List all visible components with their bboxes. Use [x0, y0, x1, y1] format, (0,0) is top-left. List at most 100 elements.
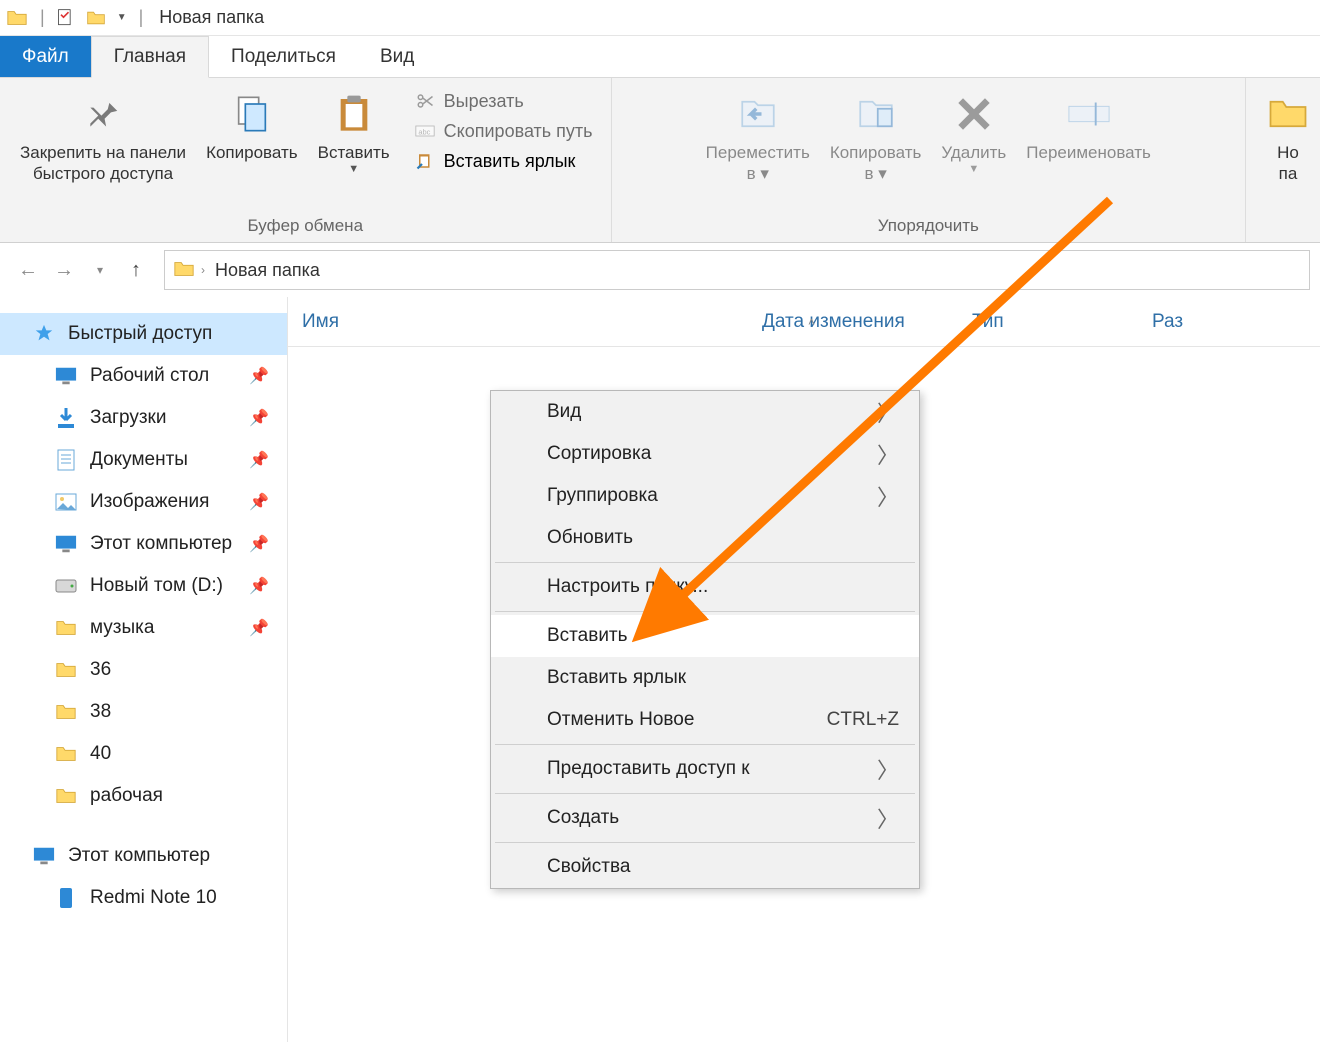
tab-share[interactable]: Поделиться — [209, 36, 358, 77]
chevron-right-icon: 〉 — [877, 438, 899, 470]
delete-button[interactable]: Удалить ▼ — [931, 86, 1016, 175]
sidebar-quick-access[interactable]: Быстрый доступ — [0, 313, 287, 355]
navigation-pane: Быстрый доступ Рабочий стол 📌 Загрузки 📌… — [0, 297, 288, 1042]
breadcrumb-current[interactable]: Новая папка — [215, 260, 320, 281]
column-name[interactable]: Имя ˄ — [288, 297, 748, 346]
chevron-right-icon: 〉 — [877, 480, 899, 512]
downloads-icon — [54, 406, 78, 430]
up-button[interactable]: ↑ — [118, 252, 154, 288]
sidebar-this-pc[interactable]: Этот компьютер — [0, 835, 287, 877]
move-to-icon — [736, 92, 780, 136]
recent-locations-button[interactable]: ▾ — [82, 252, 118, 288]
pin-icon: 📌 — [249, 366, 269, 386]
context-menu-separator — [495, 562, 915, 563]
ribbon-tabs: Файл Главная Поделиться Вид — [0, 36, 1320, 78]
scissors-icon — [414, 90, 436, 112]
context-menu-item[interactable]: Сортировка〉 — [491, 433, 919, 475]
pin-to-quick-access-button[interactable]: Закрепить на панели быстрого доступа — [10, 86, 196, 185]
copy-path-button[interactable]: abc Скопировать путь — [406, 116, 601, 146]
documents-icon — [54, 448, 78, 472]
context-menu-item[interactable]: Группировка 〉 — [491, 475, 919, 517]
folder-icon — [54, 742, 78, 766]
chevron-down-icon: ▼ — [348, 163, 359, 175]
sidebar-item-label: музыка — [90, 617, 154, 639]
sidebar-item-label: Документы — [90, 449, 188, 471]
sidebar-item-label: Быстрый доступ — [68, 323, 212, 345]
copy-icon — [230, 92, 274, 136]
column-label: Имя — [302, 311, 339, 333]
sidebar-item-40[interactable]: 40 — [0, 733, 287, 775]
folder-icon — [54, 700, 78, 724]
computer-icon — [32, 844, 56, 868]
context-menu-item[interactable]: Отменить НовоеCTRL+Z — [491, 699, 919, 741]
sidebar-item-documents[interactable]: Документы 📌 — [0, 439, 287, 481]
sidebar-item-music[interactable]: музыка 📌 — [0, 607, 287, 649]
context-menu-item-label: Группировка — [547, 485, 658, 507]
phone-icon — [54, 886, 78, 910]
address-bar[interactable]: › Новая папка — [164, 250, 1310, 290]
paste-shortcut-button[interactable]: Вставить ярлык — [406, 146, 601, 176]
sidebar-item-36[interactable]: 36 — [0, 649, 287, 691]
sidebar-item-downloads[interactable]: Загрузки 📌 — [0, 397, 287, 439]
context-menu-item[interactable]: Обновить — [491, 517, 919, 559]
ribbon: Закрепить на панели быстрого доступа Коп… — [0, 78, 1320, 243]
delete-icon — [952, 92, 996, 136]
folder-icon — [173, 258, 197, 282]
ribbon-group-clipboard: Закрепить на панели быстрого доступа Коп… — [0, 78, 612, 242]
star-pin-icon — [32, 322, 56, 346]
context-menu-item[interactable]: Настроить папку... — [491, 566, 919, 608]
paste-button[interactable]: Вставить ▼ — [308, 86, 400, 175]
sidebar-item-pictures[interactable]: Изображения 📌 — [0, 481, 287, 523]
chevron-right-icon: 〉 — [877, 396, 899, 428]
context-menu-item[interactable]: Свойства — [491, 846, 919, 888]
forward-button[interactable]: → — [46, 252, 82, 288]
context-menu-item-label: Предоставить доступ к — [547, 758, 750, 780]
folder-icon — [54, 784, 78, 808]
context-menu-item-label: Свойства — [547, 856, 630, 878]
context-menu-item[interactable]: Создать〉 — [491, 797, 919, 839]
sidebar-item-drive-d[interactable]: Новый том (D:) 📌 — [0, 565, 287, 607]
folder-icon — [54, 658, 78, 682]
column-date[interactable]: Дата изменения — [748, 297, 958, 346]
back-button[interactable]: ← — [10, 252, 46, 288]
chevron-right-icon[interactable]: › — [201, 263, 205, 277]
desktop-icon — [54, 364, 78, 388]
context-menu-separator — [495, 611, 915, 612]
column-headers: Имя ˄ Дата изменения Тип Раз — [288, 297, 1320, 347]
copy-to-button[interactable]: Копировать в ▾ — [820, 86, 932, 185]
rename-icon — [1067, 92, 1111, 136]
cut-label: Вырезать — [444, 91, 524, 112]
context-menu-item[interactable]: Вставить — [491, 615, 919, 657]
tab-home[interactable]: Главная — [91, 36, 209, 78]
sidebar-item-thispc[interactable]: Этот компьютер 📌 — [0, 523, 287, 565]
column-size[interactable]: Раз — [1138, 297, 1320, 346]
rename-button[interactable]: Переименовать — [1016, 86, 1161, 163]
column-type[interactable]: Тип — [958, 297, 1138, 346]
context-menu-item[interactable]: Предоставить доступ к〉 — [491, 748, 919, 790]
ribbon-group-organize: Переместить в ▾ Копировать в ▾ Удалить ▼ — [612, 78, 1246, 242]
sidebar-item-label: рабочая — [90, 785, 163, 807]
tab-view[interactable]: Вид — [358, 36, 436, 77]
sidebar-item-label: Новый том (D:) — [90, 575, 223, 597]
copy-to-icon — [854, 92, 898, 136]
context-menu-separator — [495, 793, 915, 794]
sidebar-item-work[interactable]: рабочая — [0, 775, 287, 817]
sidebar-item-38[interactable]: 38 — [0, 691, 287, 733]
chevron-right-icon: 〉 — [877, 802, 899, 834]
window-title: Новая папка — [159, 7, 264, 28]
sidebar-item-desktop[interactable]: Рабочий стол 📌 — [0, 355, 287, 397]
context-menu-item-label: Отменить Новое — [547, 709, 694, 731]
sidebar-item-phone[interactable]: Redmi Note 10 — [0, 877, 287, 919]
context-menu-item[interactable]: Вид〉 — [491, 391, 919, 433]
qat-properties-icon[interactable] — [55, 7, 77, 29]
cut-button[interactable]: Вырезать — [406, 86, 601, 116]
pin-icon — [81, 92, 125, 136]
context-menu-item[interactable]: Вставить ярлык — [491, 657, 919, 699]
qat-dropdown-icon[interactable]: ▼ — [117, 12, 127, 23]
sidebar-item-label: Этот компьютер — [90, 533, 232, 555]
tab-file[interactable]: Файл — [0, 36, 91, 77]
new-folder-button[interactable]: Но па — [1256, 86, 1320, 185]
copy-button[interactable]: Копировать — [196, 86, 308, 163]
move-to-button[interactable]: Переместить в ▾ — [696, 86, 820, 185]
qat-folder-icon[interactable] — [85, 7, 107, 29]
